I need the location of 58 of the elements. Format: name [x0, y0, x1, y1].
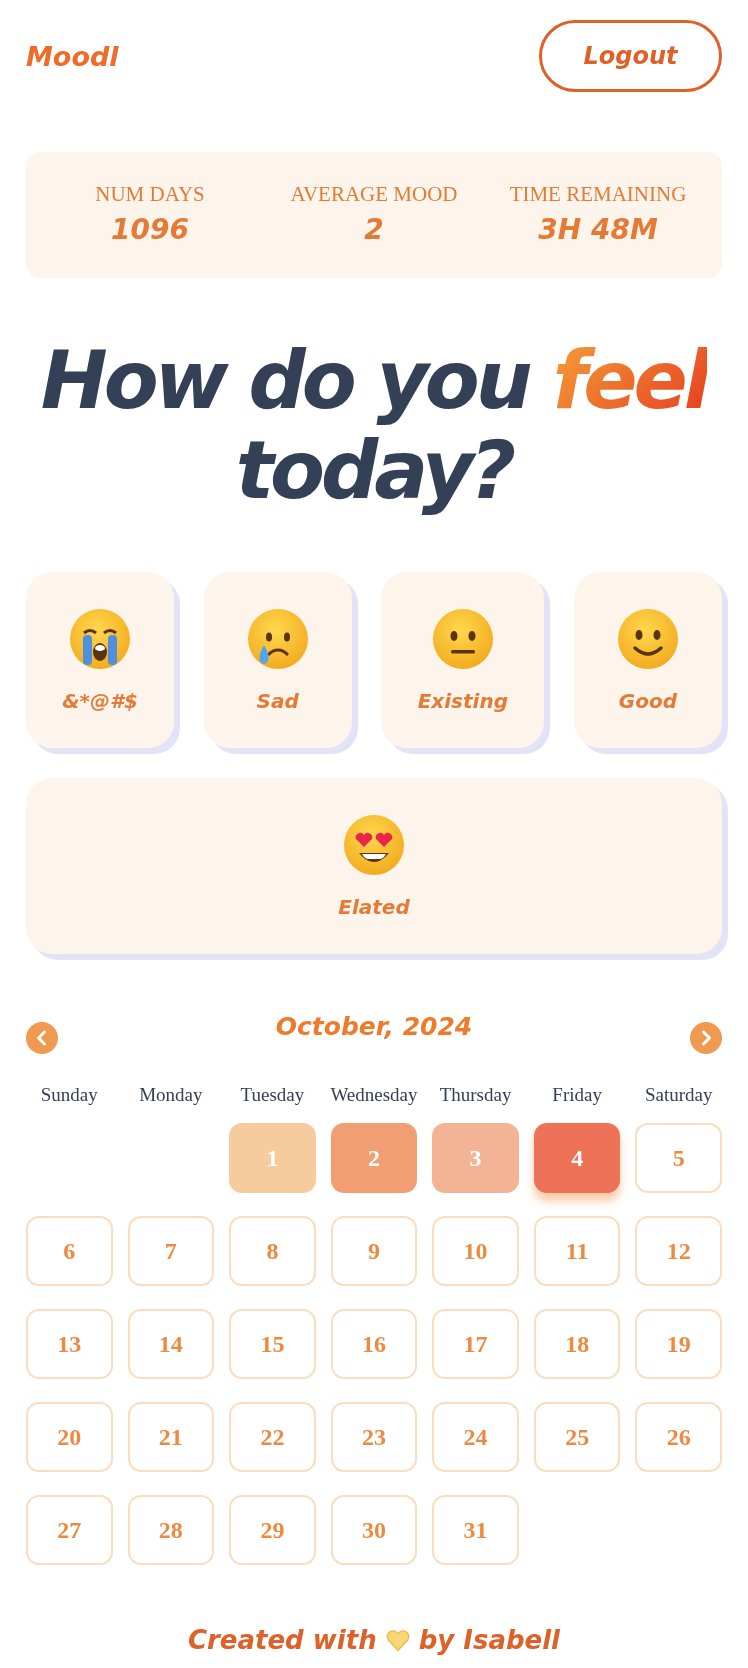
- calendar-day[interactable]: 30: [330, 1495, 418, 1565]
- calendar-day[interactable]: 16: [330, 1309, 418, 1379]
- calendar-day[interactable]: 5: [635, 1123, 722, 1193]
- calendar-day[interactable]: 22: [229, 1402, 316, 1472]
- weekday-label: Saturday: [644, 1084, 713, 1106]
- calendar-day[interactable]: 21: [127, 1402, 215, 1472]
- calendar-day[interactable]: 1: [229, 1123, 316, 1193]
- month-title: October, 2024: [275, 1012, 473, 1041]
- calendar-day[interactable]: 8: [229, 1216, 316, 1286]
- neutral-emoji-icon: [430, 607, 495, 671]
- weekday-label: Tuesday: [240, 1084, 305, 1106]
- stat-label: AVERAGE MOOD: [290, 182, 458, 207]
- calendar-day[interactable]: 3: [432, 1123, 519, 1193]
- previous-month-button[interactable]: [26, 1022, 58, 1054]
- crying-emoji-icon: [68, 607, 132, 671]
- calendar-day[interactable]: 2: [330, 1123, 418, 1193]
- calendar-day[interactable]: 13: [26, 1309, 113, 1379]
- weekday-label: Wednesday: [330, 1084, 418, 1106]
- headline: How do you feel today?: [39, 336, 709, 516]
- calendar-day[interactable]: 19: [635, 1309, 722, 1379]
- weekday-label: Friday: [552, 1084, 602, 1106]
- calendar-day[interactable]: 9: [330, 1216, 418, 1286]
- calendar-day[interactable]: 20: [26, 1402, 113, 1472]
- calendar-day[interactable]: 11: [533, 1216, 621, 1286]
- weekday-label: Monday: [139, 1084, 203, 1106]
- weekday-label: Sunday: [40, 1084, 98, 1106]
- footer-text: Created with: [187, 1625, 377, 1655]
- calendar-day[interactable]: 28: [127, 1495, 215, 1565]
- calendar-day[interactable]: 17: [432, 1309, 519, 1379]
- calendar-day[interactable]: 23: [330, 1402, 418, 1472]
- calendar-day[interactable]: 29: [229, 1495, 316, 1565]
- footer-text: by Isabell: [418, 1625, 561, 1655]
- stat-label: NUM DAYS: [95, 182, 205, 207]
- calendar-day[interactable]: 14: [127, 1309, 215, 1379]
- stat-label: TIME REMAINING: [509, 182, 687, 207]
- calendar-day[interactable]: 10: [432, 1216, 519, 1286]
- calendar-day[interactable]: 18: [533, 1309, 621, 1379]
- calendar-day[interactable]: 31: [432, 1495, 519, 1565]
- calendar-day[interactable]: 6: [26, 1216, 113, 1286]
- logout-button[interactable]: Logout: [539, 20, 722, 92]
- next-month-button[interactable]: [690, 1022, 722, 1054]
- calendar-day[interactable]: 24: [432, 1402, 519, 1472]
- stat-value: 1096: [111, 213, 189, 246]
- stat-value: 2: [364, 213, 384, 246]
- calendar-day[interactable]: 12: [635, 1216, 722, 1286]
- heart-eyes-emoji-icon: [342, 813, 406, 877]
- calendar-day[interactable]: 15: [229, 1309, 316, 1379]
- calendar-day[interactable]: 25: [533, 1402, 621, 1472]
- stat-value: 3H 48M: [538, 213, 658, 246]
- app-logo: Moodl: [26, 40, 119, 72]
- weekday-label: Thursday: [439, 1084, 512, 1106]
- heart-icon: [384, 1627, 411, 1653]
- smiling-emoji-icon: [615, 607, 680, 671]
- calendar-day[interactable]: 4: [533, 1123, 621, 1193]
- calendar-day[interactable]: 26: [635, 1402, 722, 1472]
- calendar-day[interactable]: 7: [127, 1216, 215, 1286]
- calendar-day[interactable]: 27: [26, 1495, 113, 1565]
- sad-emoji-icon: [245, 607, 310, 671]
